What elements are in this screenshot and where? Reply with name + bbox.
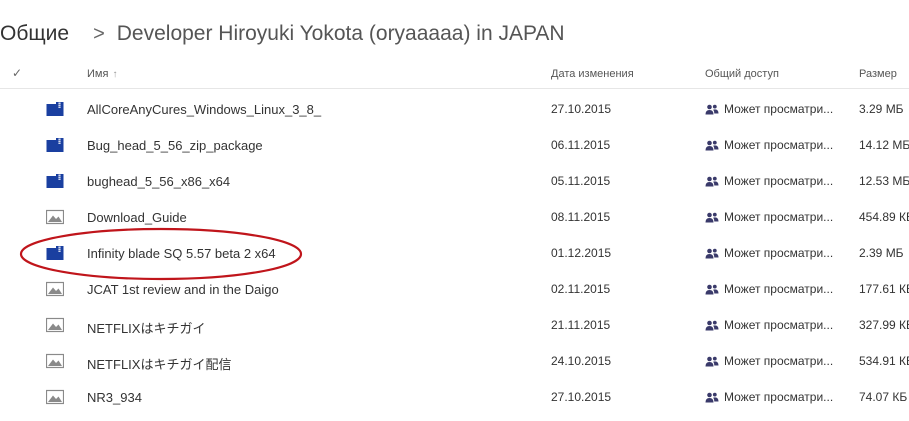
file-row[interactable]: Download_Guide 08.11.2015 Может просматри.…: [0, 199, 909, 235]
file-sharing-status[interactable]: Может просматри...: [705, 390, 833, 406]
package-icon: [46, 101, 64, 117]
file-name-link[interactable]: NETFLIXはキチガイ配信: [87, 354, 231, 373]
sharing-label: Может просматри...: [724, 318, 834, 332]
sharing-label: Может просматри...: [724, 390, 834, 404]
column-header-name-label: Имя: [87, 68, 109, 80]
file-sharing-status[interactable]: Может просматри...: [705, 282, 833, 298]
file-row[interactable]: NETFLIXはキチガイ配信 24.10.2015 Может просматри.…: [0, 343, 909, 379]
file-name-link[interactable]: JCAT 1st review and in the Daigo: [87, 282, 279, 297]
package-icon: [46, 245, 64, 261]
image-icon: [45, 209, 65, 225]
sharing-label: Может просматри...: [724, 354, 834, 368]
file-size: 74.07 КБ: [859, 390, 908, 404]
file-name-link[interactable]: Infinity blade SQ 5.57 beta 2 x64: [87, 246, 276, 261]
people-icon: [705, 356, 719, 370]
file-size: 454.89 КБ: [859, 210, 909, 224]
breadcrumb-root-link[interactable]: Общие: [0, 22, 69, 46]
people-icon: [705, 320, 719, 334]
package-icon: [46, 137, 64, 153]
file-modified-date: 02.11.2015: [551, 282, 611, 296]
file-name-link[interactable]: NR3_934: [87, 390, 142, 405]
sharing-label: Может просматри...: [724, 210, 834, 224]
file-name-link[interactable]: Bug_head_5_56_zip_package: [87, 138, 263, 153]
image-icon: [45, 281, 65, 297]
file-modified-date: 06.11.2015: [551, 138, 611, 152]
image-icon: [45, 317, 65, 333]
image-icon: [45, 389, 65, 405]
file-size: 14.12 МБ: [859, 138, 909, 152]
chevron-right-icon: >: [93, 22, 105, 45]
file-name-link[interactable]: NETFLIXはキチガイ: [87, 318, 205, 337]
people-icon: [705, 140, 719, 154]
column-header-sharing[interactable]: Общий доступ: [705, 68, 779, 80]
select-all-checkbox[interactable]: ✓: [12, 66, 22, 80]
file-size: 327.99 КБ: [859, 318, 909, 332]
people-icon: [705, 392, 719, 406]
file-size: 3.29 МБ: [859, 102, 904, 116]
people-icon: [705, 104, 719, 118]
file-modified-date: 24.10.2015: [551, 354, 612, 368]
image-icon: [45, 353, 65, 369]
file-modified-date: 27.10.2015: [551, 390, 612, 404]
people-icon: [705, 176, 719, 190]
column-header-name[interactable]: Имя ↑: [87, 68, 117, 80]
column-header-row: ✓ Имя ↑ Дата изменения Общий доступ Разме…: [0, 62, 909, 89]
breadcrumb: Общие > Developer Hiroyuki Yokota (oryaa…: [0, 18, 565, 50]
file-modified-date: 08.11.2015: [551, 210, 611, 224]
column-header-date[interactable]: Дата изменения: [551, 68, 634, 80]
sharing-label: Может просматри...: [724, 282, 834, 296]
breadcrumb-current-folder: Developer Hiroyuki Yokota (oryaaaaa) in …: [116, 22, 565, 45]
file-name-link[interactable]: Download_Guide: [87, 210, 187, 225]
file-sharing-status[interactable]: Может просматри...: [705, 174, 833, 190]
file-list-page: Общие > Developer Hiroyuki Yokota (oryaa…: [0, 0, 909, 421]
sort-ascending-icon: ↑: [112, 69, 118, 80]
file-modified-date: 21.11.2015: [551, 318, 611, 332]
file-name-link[interactable]: bughead_5_56_x86_x64: [87, 174, 230, 189]
file-size: 12.53 МБ: [859, 174, 909, 188]
file-row[interactable]: bughead_5_56_x86_x64 05.11.2015 Может прос…: [0, 163, 909, 199]
file-row[interactable]: Bug_head_5_56_zip_package 06.11.2015 Может…: [0, 127, 909, 163]
sharing-label: Может просматри...: [724, 138, 834, 152]
file-size: 177.61 КБ: [859, 282, 909, 296]
people-icon: [705, 212, 719, 226]
file-size: 2.39 МБ: [859, 246, 904, 260]
file-modified-date: 01.12.2015: [551, 246, 612, 260]
file-sharing-status[interactable]: Может просматри...: [705, 210, 833, 226]
sharing-label: Может просматри...: [724, 174, 834, 188]
sharing-label: Может просматри...: [724, 102, 834, 116]
file-size: 534.91 КБ: [859, 354, 909, 368]
people-icon: [705, 284, 719, 298]
file-modified-date: 05.11.2015: [551, 174, 611, 188]
column-header-size[interactable]: Размер: [859, 68, 897, 80]
package-icon: [46, 173, 64, 189]
file-modified-date: 27.10.2015: [551, 102, 612, 116]
file-row[interactable]: JCAT 1st review and in the Daigo 02.11.20…: [0, 271, 909, 307]
file-sharing-status[interactable]: Может просматри...: [705, 246, 833, 262]
file-sharing-status[interactable]: Может просматри...: [705, 102, 833, 118]
file-row[interactable]: NETFLIXはキチガイ 21.11.2015 Может просматри...…: [0, 307, 909, 343]
file-row[interactable]: Infinity blade SQ 5.57 beta 2 x64 01.12.2…: [0, 235, 909, 271]
file-list: AllCoreAnyCures_Windows_Linux_3_8_ 27.10.…: [0, 91, 909, 415]
sharing-label: Может просматри...: [724, 246, 834, 260]
file-sharing-status[interactable]: Может просматри...: [705, 354, 833, 370]
file-row[interactable]: NR3_934 27.10.2015 Может просматри... 74.07…: [0, 379, 909, 415]
people-icon: [705, 248, 719, 262]
file-sharing-status[interactable]: Может просматри...: [705, 318, 833, 334]
file-sharing-status[interactable]: Может просматри...: [705, 138, 833, 154]
file-name-link[interactable]: AllCoreAnyCures_Windows_Linux_3_8_: [87, 102, 321, 117]
file-row[interactable]: AllCoreAnyCures_Windows_Linux_3_8_ 27.10.…: [0, 91, 909, 127]
